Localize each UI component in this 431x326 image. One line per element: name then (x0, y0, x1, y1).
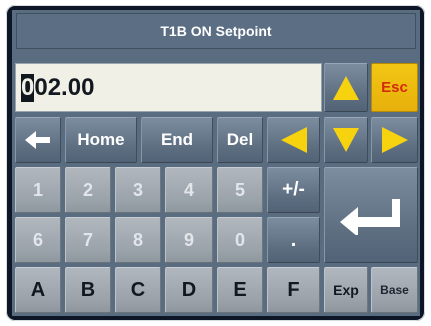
exp-button[interactable]: Exp (324, 267, 368, 313)
letter-c-button[interactable]: C (115, 267, 161, 313)
digit-0-label: 0 (234, 229, 245, 250)
left-arrow-button[interactable] (267, 117, 320, 163)
up-arrow-icon (333, 75, 359, 100)
cursor-character: 0 (21, 73, 35, 102)
digit-3-button[interactable]: 3 (115, 167, 161, 213)
digit-3-label: 3 (132, 179, 143, 200)
letter-e-label: E (233, 278, 247, 301)
up-arrow-button[interactable] (324, 63, 368, 112)
letter-b-button[interactable]: B (65, 267, 111, 313)
down-arrow-icon (333, 128, 359, 152)
end-button[interactable]: End (141, 117, 213, 163)
letter-e-button[interactable]: E (217, 267, 263, 313)
letter-f-button[interactable]: F (267, 267, 320, 313)
page-title: T1B ON Setpoint (160, 23, 272, 39)
home-button[interactable]: Home (65, 117, 137, 163)
del-button[interactable]: Del (217, 117, 263, 163)
base-button[interactable]: Base (371, 267, 418, 313)
digit-4-button[interactable]: 4 (165, 167, 213, 213)
letter-f-label: F (287, 278, 300, 301)
decimal-point-label: . (290, 228, 297, 251)
digit-8-label: 8 (132, 229, 143, 250)
title-bar: T1B ON Setpoint (16, 13, 416, 49)
backspace-arrow-icon (25, 131, 50, 149)
digit-1-button[interactable]: 1 (15, 167, 61, 213)
letter-d-label: D (181, 278, 197, 301)
letter-b-label: B (80, 278, 96, 301)
esc-label: Esc (381, 79, 408, 96)
value-text: 02.00 (34, 73, 95, 101)
digit-6-label: 6 (32, 229, 43, 250)
digit-7-label: 7 (82, 229, 93, 250)
digit-6-button[interactable]: 6 (15, 217, 61, 263)
letter-d-button[interactable]: D (165, 267, 213, 313)
digit-9-label: 9 (183, 229, 194, 250)
digit-2-label: 2 (82, 179, 93, 200)
digit-5-button[interactable]: 5 (217, 167, 263, 213)
letter-c-label: C (130, 278, 146, 301)
enter-icon (340, 199, 400, 235)
end-label: End (160, 130, 194, 149)
down-arrow-button[interactable] (324, 117, 368, 163)
base-label: Base (380, 283, 409, 297)
digit-1-label: 1 (32, 179, 43, 200)
decimal-point-button[interactable]: . (267, 217, 320, 263)
digit-5-label: 5 (234, 179, 245, 200)
digit-2-button[interactable]: 2 (65, 167, 111, 213)
right-arrow-button[interactable] (371, 117, 418, 163)
sign-toggle-label: +/- (282, 179, 305, 200)
enter-button[interactable] (324, 167, 418, 263)
del-label: Del (226, 130, 254, 149)
digit-8-button[interactable]: 8 (115, 217, 161, 263)
digit-9-button[interactable]: 9 (165, 217, 213, 263)
letter-a-label: A (30, 278, 46, 301)
exp-label: Exp (333, 282, 359, 298)
letter-a-button[interactable]: A (15, 267, 61, 313)
digit-0-button[interactable]: 0 (217, 217, 263, 263)
sign-toggle-button[interactable]: +/- (267, 167, 320, 213)
keypad-screen: T1B ON Setpoint 0 02.00 Esc Home End Del … (12, 10, 420, 316)
home-label: Home (77, 130, 125, 149)
backspace-button[interactable] (15, 117, 61, 163)
digit-4-label: 4 (183, 179, 194, 200)
left-arrow-icon (280, 127, 307, 153)
value-entry-field[interactable]: 0 02.00 (15, 63, 322, 112)
digit-7-button[interactable]: 7 (65, 217, 111, 263)
esc-button[interactable]: Esc (371, 63, 418, 112)
right-arrow-icon (381, 127, 408, 153)
